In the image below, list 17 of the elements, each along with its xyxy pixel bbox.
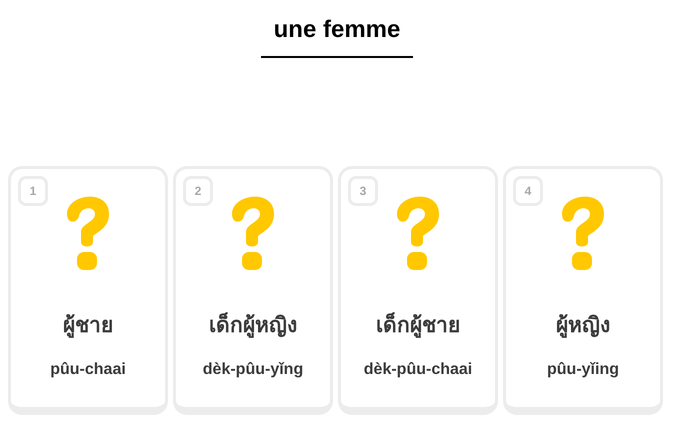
prompt-text: une femme xyxy=(261,16,413,58)
number-badge: 3 xyxy=(348,176,378,206)
romanization-text: dèk-pûu-yǐng xyxy=(202,361,304,379)
romanization-text: pûu-chaai xyxy=(50,361,126,379)
thai-word: ผู้หญิง xyxy=(556,313,610,340)
thai-word: เด็กผู้หญิง xyxy=(209,311,297,340)
number-badge: 4 xyxy=(513,176,543,206)
romanization-text: pûu-yǐing xyxy=(547,361,619,379)
thai-word: ผู้ชาย xyxy=(63,313,113,340)
number-badge: 2 xyxy=(183,176,213,206)
answer-card[interactable]: 3 เด็กผู้ชาย dèk-pûu-chaai xyxy=(338,166,498,415)
answer-card[interactable]: 2 เด็กผู้หญิง dèk-pûu-yǐng xyxy=(173,166,333,415)
answer-card[interactable]: 4 ผู้หญิง pûu-yǐing xyxy=(503,166,663,415)
answer-card[interactable]: 1 ผู้ชาย pûu-chaai xyxy=(8,166,168,415)
number-badge: 1 xyxy=(18,176,48,206)
romanization-text: dèk-pûu-chaai xyxy=(364,361,472,379)
thai-word: เด็กผู้ชาย xyxy=(376,311,460,340)
